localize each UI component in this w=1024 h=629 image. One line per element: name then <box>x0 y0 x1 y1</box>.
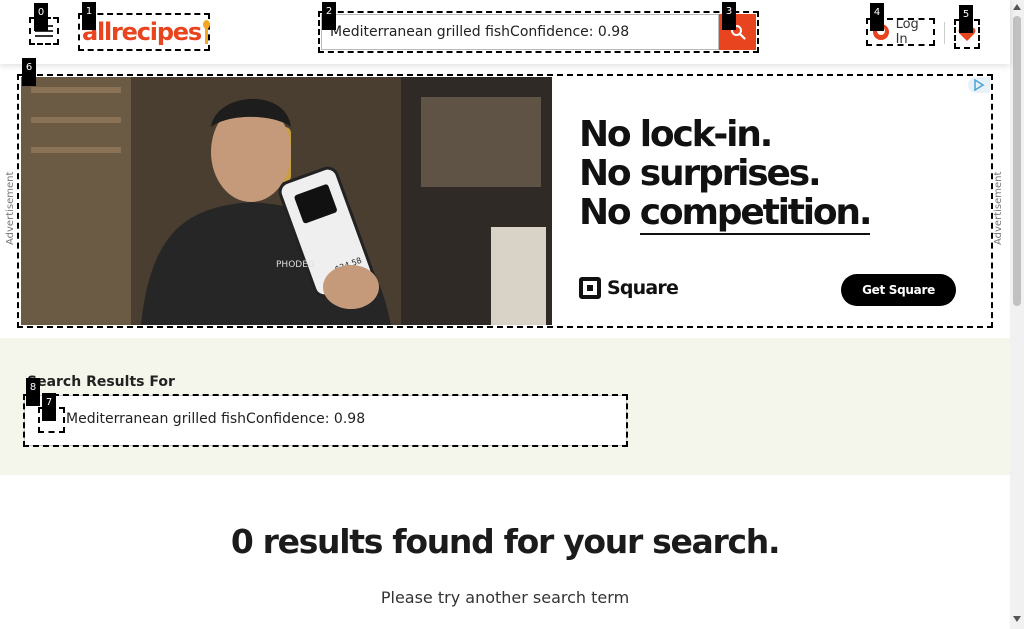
ad-photo-apron-text: PHODEG <box>276 260 315 270</box>
search-bar: Mediterranean grilled fishConfidence: 0.… <box>318 11 759 53</box>
search-input[interactable]: Mediterranean grilled fishConfidence: 0.… <box>321 14 719 50</box>
marker-3: 3 <box>722 2 736 30</box>
ad-headline-line-3: No competition. <box>579 192 873 235</box>
logo-text: allrecipes <box>82 18 202 46</box>
try-again-text: Please try another search term <box>380 588 630 607</box>
scroll-up-arrow-icon[interactable] <box>1013 4 1021 10</box>
ad-headline-line-2: No surprises. <box>579 153 822 194</box>
search-query-text: Mediterranean grilled fishConfidence: 0.… <box>66 411 366 427</box>
marker-7: 7 <box>42 393 56 421</box>
ad-headline-line-3-lead: No <box>579 192 640 233</box>
scroll-thumb[interactable] <box>1013 16 1021 306</box>
login-label: Log In <box>895 17 919 47</box>
allrecipes-logo[interactable]: allrecipes <box>78 13 210 51</box>
marker-4: 4 <box>870 3 884 31</box>
marker-5: 5 <box>959 5 973 33</box>
ad-side-label-right: Advertisement <box>993 171 1004 245</box>
search-query-field[interactable]: Mediterranean grilled fishConfidence: 0.… <box>23 394 628 447</box>
ad-headline-line-1: No lock-in. <box>579 114 773 155</box>
square-logo-icon <box>579 277 601 299</box>
spoon-icon <box>202 20 210 44</box>
marker-0: 0 <box>34 3 48 31</box>
ad-headline: No lock-in. No surprises. No competition… <box>579 114 873 235</box>
site-header: allrecipes Mediterranean grilled fishCon… <box>0 0 1010 64</box>
search-results-section: Search Results For Mediterranean grilled… <box>0 338 1010 475</box>
ad-side-label-left: Advertisement <box>5 171 16 245</box>
marker-2: 2 <box>322 2 336 30</box>
header-divider <box>944 22 945 44</box>
ad-headline-emphasis: competition. <box>639 192 873 235</box>
scroll-down-arrow-icon[interactable] <box>1013 616 1021 622</box>
marker-6: 6 <box>22 58 36 86</box>
search-results-heading: Search Results For <box>27 374 175 390</box>
ad-brand-name: Square <box>607 277 679 299</box>
marker-1: 1 <box>82 2 96 30</box>
scrollbar[interactable] <box>1010 0 1024 629</box>
ad-cta-button[interactable]: Get Square <box>841 274 956 306</box>
marker-8: 8 <box>26 378 40 406</box>
adchoices-icon[interactable] <box>968 77 990 93</box>
ad-photo: $24.58 PHODEG <box>21 77 552 325</box>
no-results-title: 0 results found for your search. <box>230 522 781 561</box>
ad-brand: Square <box>579 277 679 299</box>
advertisement-banner[interactable]: $24.58 PHODEG No lock-in. No surprises. … <box>17 74 993 328</box>
